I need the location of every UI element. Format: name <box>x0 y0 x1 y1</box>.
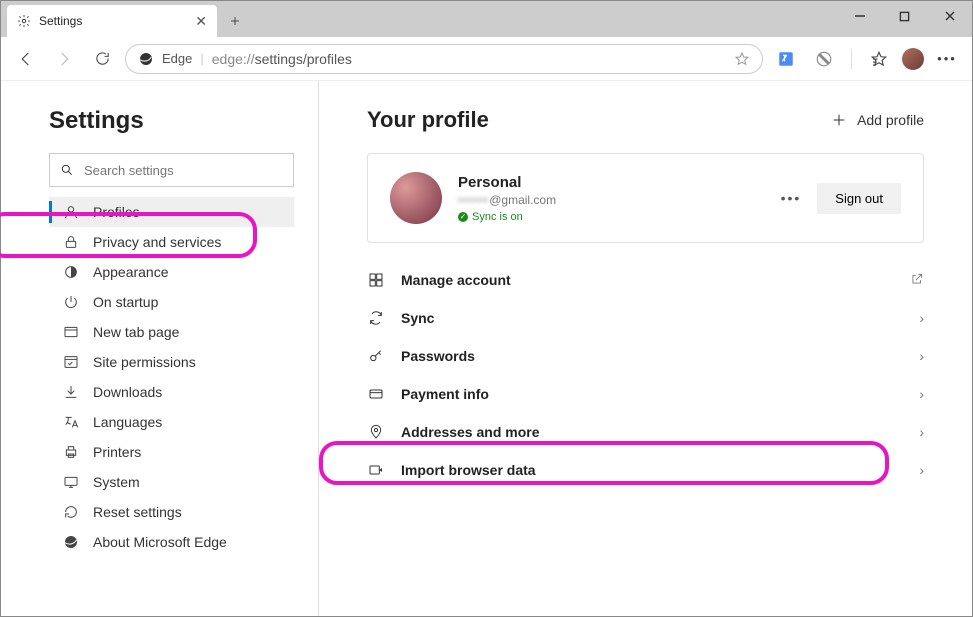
item-addresses[interactable]: Addresses and more › <box>367 413 924 451</box>
settings-content: Your profile Add profile Personal ••••••… <box>319 81 972 616</box>
chevron-right-icon: › <box>919 424 924 440</box>
sync-status: ✓Sync is on <box>458 211 765 223</box>
search-icon <box>60 163 74 177</box>
location-icon <box>367 424 385 440</box>
system-icon <box>63 474 79 490</box>
newtab-icon <box>63 324 79 340</box>
item-sync[interactable]: Sync › <box>367 299 924 337</box>
power-icon <box>63 294 79 310</box>
nav-sitepermissions[interactable]: Site permissions <box>49 347 294 377</box>
permissions-icon <box>63 354 79 370</box>
item-manage-account[interactable]: Manage account <box>367 261 924 299</box>
maximize-button[interactable] <box>882 1 927 31</box>
language-icon <box>63 414 79 430</box>
browser-tab[interactable]: Settings ✕ <box>7 5 217 37</box>
translate-extension-icon[interactable] <box>771 44 801 74</box>
nav-languages[interactable]: Languages <box>49 407 294 437</box>
nav-printers[interactable]: Printers <box>49 437 294 467</box>
add-profile-button[interactable]: Add profile <box>831 112 924 128</box>
lock-icon <box>63 234 79 250</box>
profile-email: ••••••@gmail.com <box>458 193 765 207</box>
sync-icon <box>367 310 385 326</box>
nav-privacy[interactable]: Privacy and services <box>49 227 294 257</box>
import-icon <box>367 462 385 478</box>
minimize-button[interactable] <box>837 1 882 31</box>
more-menu-button[interactable]: ••• <box>932 44 962 74</box>
tab-close-icon[interactable]: ✕ <box>195 13 207 30</box>
plus-icon <box>831 112 847 128</box>
profile-settings-list: Manage account Sync › Passwords › Paymen… <box>367 261 924 489</box>
item-import-browser-data[interactable]: Import browser data › <box>367 451 924 489</box>
profile-avatar <box>390 172 442 224</box>
url-prefix: Edge <box>162 51 192 66</box>
browser-toolbar: Edge | edge://settings/profiles ••• <box>1 37 972 81</box>
person-icon <box>63 204 79 220</box>
address-bar[interactable]: Edge | edge://settings/profiles <box>125 44 763 74</box>
title-bar: Settings ✕ <box>1 1 972 37</box>
grid-icon <box>367 272 385 288</box>
nav-appearance[interactable]: Appearance <box>49 257 294 287</box>
item-passwords[interactable]: Passwords › <box>367 337 924 375</box>
favorite-icon[interactable] <box>734 51 750 67</box>
profile-more-button[interactable]: ••• <box>781 190 802 206</box>
edge-icon <box>63 534 79 550</box>
extension-icon[interactable] <box>809 44 839 74</box>
nav-newtab[interactable]: New tab page <box>49 317 294 347</box>
chevron-right-icon: › <box>919 310 924 326</box>
profile-avatar-button[interactable] <box>902 48 924 70</box>
back-button[interactable] <box>11 44 41 74</box>
external-link-icon <box>910 272 924 289</box>
new-tab-button[interactable] <box>221 7 249 35</box>
chevron-right-icon: › <box>919 386 924 402</box>
close-window-button[interactable] <box>927 1 972 31</box>
settings-title: Settings <box>49 107 294 135</box>
nav-reset[interactable]: Reset settings <box>49 497 294 527</box>
nav-downloads[interactable]: Downloads <box>49 377 294 407</box>
nav-profiles[interactable]: Profiles <box>49 197 294 227</box>
search-input[interactable] <box>84 163 283 178</box>
window-controls <box>837 1 972 31</box>
favorites-button[interactable] <box>864 44 894 74</box>
edge-icon <box>138 51 154 67</box>
chevron-right-icon: › <box>919 462 924 478</box>
item-payment[interactable]: Payment info › <box>367 375 924 413</box>
settings-nav: Profiles Privacy and services Appearance… <box>49 197 294 557</box>
key-icon <box>367 348 385 364</box>
profile-name: Personal <box>458 174 765 191</box>
chevron-right-icon: › <box>919 348 924 364</box>
card-icon <box>367 386 385 402</box>
search-settings-box[interactable] <box>49 153 294 187</box>
check-icon: ✓ <box>458 212 468 222</box>
tab-title: Settings <box>39 14 187 28</box>
sign-out-button[interactable]: Sign out <box>817 183 901 214</box>
url-text: edge://settings/profiles <box>212 51 726 67</box>
appearance-icon <box>63 264 79 280</box>
nav-about[interactable]: About Microsoft Edge <box>49 527 294 557</box>
download-icon <box>63 384 79 400</box>
profile-card: Personal ••••••@gmail.com ✓Sync is on ••… <box>367 153 924 243</box>
gear-icon <box>17 14 31 28</box>
page-heading: Your profile <box>367 107 831 133</box>
printer-icon <box>63 444 79 460</box>
settings-sidebar: Settings Profiles Privacy and services A… <box>1 81 319 616</box>
refresh-button[interactable] <box>87 44 117 74</box>
reset-icon <box>63 504 79 520</box>
nav-system[interactable]: System <box>49 467 294 497</box>
forward-button[interactable] <box>49 44 79 74</box>
plus-icon <box>229 15 241 27</box>
nav-startup[interactable]: On startup <box>49 287 294 317</box>
